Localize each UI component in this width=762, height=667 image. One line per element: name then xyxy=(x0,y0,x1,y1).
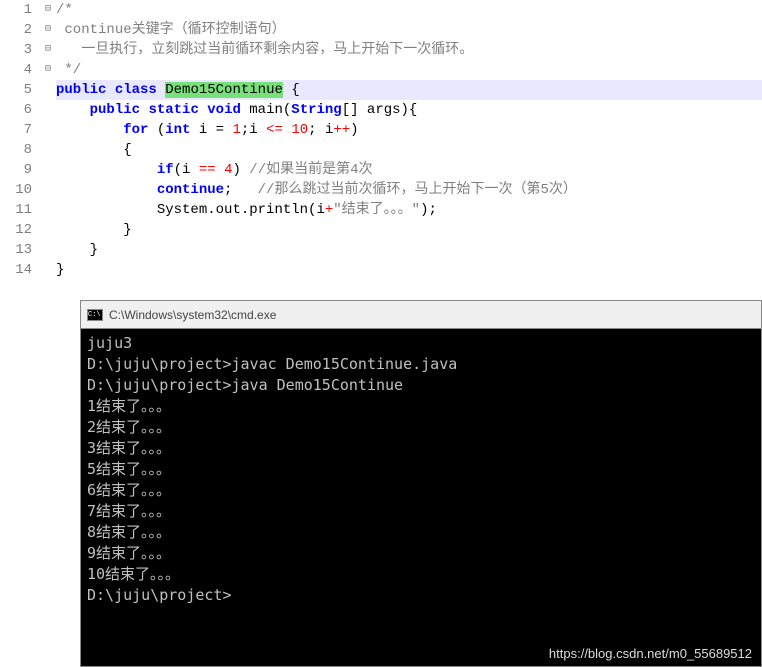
cmd-icon: C:\ xyxy=(87,309,103,321)
code-line[interactable]: if(i == 4) //如果当前是第4次 xyxy=(56,160,762,180)
keyword-public: public xyxy=(90,102,140,118)
code-line[interactable]: */ xyxy=(56,60,762,80)
type-string: String xyxy=(291,102,341,118)
line-number: 1 xyxy=(0,0,32,20)
keyword-class: class xyxy=(115,82,157,98)
comment-text: 一旦执行，立刻跳过当前循环剩余内容，马上开始下一次循环。 xyxy=(64,42,473,58)
step: ; i xyxy=(308,122,333,138)
keyword-void: void xyxy=(207,102,241,118)
paren: ) xyxy=(350,122,358,138)
code-line[interactable]: { xyxy=(56,140,762,160)
comment-open: /* xyxy=(56,2,73,18)
terminal-line: 2结束了。。。 xyxy=(87,417,755,438)
operator-plus: + xyxy=(325,202,333,218)
line-number: 10 xyxy=(0,180,32,200)
keyword-if: if xyxy=(157,162,174,178)
brace: { xyxy=(123,142,131,158)
operator-inc: ++ xyxy=(333,122,350,138)
class-name-highlight: Demo15Continue xyxy=(165,82,283,98)
terminal-prompt[interactable]: D:\juju\project> xyxy=(87,585,755,606)
fold-toggle[interactable]: ⊟ xyxy=(40,0,56,20)
code-line[interactable]: } xyxy=(56,260,762,280)
brace: } xyxy=(123,222,131,238)
code-editor[interactable]: 1 2 3 4 5 6 7 8 9 10 11 12 13 14 ⊟ ⊟ ⊟ ⊟… xyxy=(0,0,762,280)
line-number-gutter: 1 2 3 4 5 6 7 8 9 10 11 12 13 14 xyxy=(0,0,40,280)
fold-toggle[interactable]: ⊟ xyxy=(40,20,56,40)
brace: { xyxy=(283,82,300,98)
line-number: 4 xyxy=(0,60,32,80)
paren: ) xyxy=(232,162,249,178)
code-line[interactable]: } xyxy=(56,240,762,260)
terminal-titlebar[interactable]: C:\ C:\Windows\system32\cmd.exe xyxy=(81,301,761,329)
line-number: 7 xyxy=(0,120,32,140)
comment-inline: //那么跳过当前次循环，马上开始下一次（第5次） xyxy=(258,182,577,198)
code-line[interactable]: } xyxy=(56,220,762,240)
sysout: System.out.println(i xyxy=(157,202,325,218)
line-number: 2 xyxy=(0,20,32,40)
comment-close: */ xyxy=(56,62,81,78)
line-number: 9 xyxy=(0,160,32,180)
params: [] args){ xyxy=(342,102,418,118)
terminal-line: D:\juju\project>java Demo15Continue xyxy=(87,375,755,396)
line-number: 14 xyxy=(0,260,32,280)
cond: ;i xyxy=(241,122,266,138)
code-line-highlighted[interactable]: public class Demo15Continue { xyxy=(56,80,762,100)
init: i = xyxy=(190,122,232,138)
method-name: main xyxy=(241,102,283,118)
keyword-continue: continue xyxy=(157,182,224,198)
code-line[interactable]: public static void main(String[] args){ xyxy=(56,100,762,120)
keyword-public: public xyxy=(56,82,106,98)
line-number: 5 xyxy=(0,80,32,100)
line-number: 3 xyxy=(0,40,32,60)
keyword-static: static xyxy=(148,102,198,118)
terminal-line: D:\juju\project>javac Demo15Continue.jav… xyxy=(87,354,755,375)
number: 10 xyxy=(283,122,308,138)
fold-gutter: ⊟ ⊟ ⊟ ⊟ xyxy=(40,0,56,280)
fold-toggle[interactable]: ⊟ xyxy=(40,60,56,80)
terminal-line: 10结束了。。。 xyxy=(87,564,755,585)
line-number: 6 xyxy=(0,100,32,120)
code-line[interactable]: continue关键字（循环控制语句） xyxy=(56,20,762,40)
fold-toggle[interactable]: ⊟ xyxy=(40,40,56,60)
keyword-for: for xyxy=(123,122,148,138)
comment-inline: //如果当前是第4次 xyxy=(249,162,372,178)
terminal-line: 7结束了。。。 xyxy=(87,501,755,522)
terminal-title: C:\Windows\system32\cmd.exe xyxy=(109,308,276,322)
brace: } xyxy=(56,262,64,278)
terminal-body[interactable]: juju3 D:\juju\project>javac Demo15Contin… xyxy=(81,329,761,610)
code-line[interactable]: for (int i = 1;i <= 10; i++) xyxy=(56,120,762,140)
terminal-line: 3结束了。。。 xyxy=(87,438,755,459)
line-number: 12 xyxy=(0,220,32,240)
keyword-int: int xyxy=(165,122,190,138)
terminal-line: 8结束了。。。 xyxy=(87,522,755,543)
semicolon: ; xyxy=(224,182,258,198)
operator-eq: == xyxy=(199,162,216,178)
terminal-line: 9结束了。。。 xyxy=(87,543,755,564)
line-number: 11 xyxy=(0,200,32,220)
watermark: https://blog.csdn.net/m0_55689512 xyxy=(549,646,752,661)
terminal-window[interactable]: C:\ C:\Windows\system32\cmd.exe juju3 D:… xyxy=(80,300,762,667)
paren: ( xyxy=(148,122,165,138)
terminal-line: juju3 xyxy=(87,333,755,354)
code-line[interactable]: /* xyxy=(56,0,762,20)
operator-le: <= xyxy=(266,122,283,138)
comment-text: continue关键字（循环控制语句） xyxy=(64,22,285,38)
terminal-line: 5结束了。。。 xyxy=(87,459,755,480)
code-line[interactable]: System.out.println(i+"结束了。。。"); xyxy=(56,200,762,220)
code-content[interactable]: /* continue关键字（循环控制语句） 一旦执行，立刻跳过当前循环剩余内容… xyxy=(56,0,762,280)
paren: ); xyxy=(420,202,437,218)
code-line[interactable]: 一旦执行，立刻跳过当前循环剩余内容，马上开始下一次循环。 xyxy=(56,40,762,60)
line-number: 8 xyxy=(0,140,32,160)
number: 4 xyxy=(216,162,233,178)
paren: (i xyxy=(174,162,199,178)
brace: } xyxy=(90,242,98,258)
code-line[interactable]: continue; //那么跳过当前次循环，马上开始下一次（第5次） xyxy=(56,180,762,200)
string-literal: "结束了。。。" xyxy=(333,202,420,218)
terminal-line: 1结束了。。。 xyxy=(87,396,755,417)
terminal-line: 6结束了。。。 xyxy=(87,480,755,501)
number: 1 xyxy=(232,122,240,138)
line-number: 13 xyxy=(0,240,32,260)
